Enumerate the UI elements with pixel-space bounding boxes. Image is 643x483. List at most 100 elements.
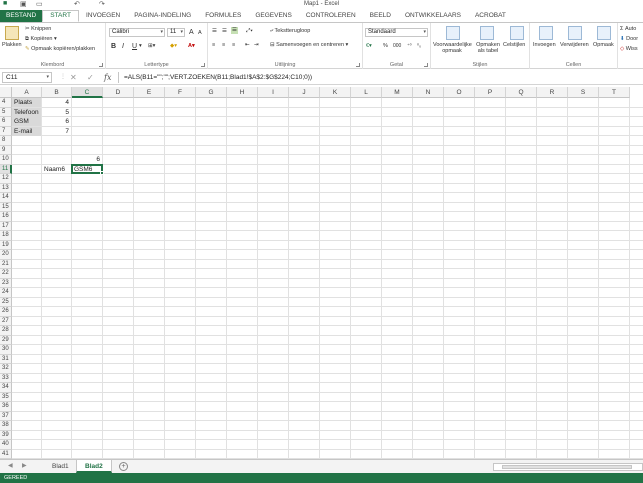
cell-b7[interactable]: 7 (42, 127, 71, 136)
tab-insert[interactable]: INVOEGEN (79, 10, 127, 22)
next-sheet-icon[interactable]: ▶ (22, 462, 27, 471)
row-header-40[interactable]: 40 (0, 440, 12, 450)
tab-acrobat[interactable]: ACROBAT (468, 10, 513, 22)
worksheet-grid[interactable]: ABCDEFGHIJKLMNOPQRST 4 5 6 7 8 9 10 11 12 13 14 15 1… (0, 87, 643, 459)
row-header-25[interactable]: 25 (0, 297, 12, 307)
row-header-33[interactable]: 33 (0, 373, 12, 383)
sheet-tab-blad1[interactable]: Blad1 (44, 460, 78, 473)
tab-page-layout[interactable]: PAGINA-INDELING (127, 10, 198, 22)
horizontal-scrollbar[interactable] (493, 463, 643, 471)
column-header-d[interactable]: D (103, 87, 134, 98)
row-header-21[interactable]: 21 (0, 259, 12, 269)
column-header-q[interactable]: Q (506, 87, 537, 98)
font-launcher-icon[interactable] (201, 63, 205, 67)
cell-a5[interactable]: Telefoon (12, 107, 41, 117)
enter-icon[interactable]: ✓ (87, 72, 94, 83)
row-header-14[interactable]: 14 (0, 193, 12, 203)
tab-formulas[interactable]: FORMULES (198, 10, 248, 22)
cell-b6[interactable]: 6 (42, 117, 71, 126)
row-header-38[interactable]: 38 (0, 421, 12, 431)
increase-decimal-icon[interactable]: ⁺⁰ (407, 43, 412, 50)
cell-styles-button[interactable]: Celstijlen (503, 42, 525, 49)
tab-review[interactable]: CONTROLEREN (299, 10, 363, 22)
tab-file[interactable]: BESTAND (0, 10, 43, 22)
alignment-launcher-icon[interactable] (356, 63, 360, 67)
row-header-4[interactable]: 4 (0, 98, 12, 108)
percent-button[interactable]: % (383, 43, 388, 50)
comma-style-button[interactable]: 000 (393, 43, 401, 50)
scrollbar-thumb[interactable] (502, 465, 632, 469)
underline-dropdown[interactable]: ▾ (139, 43, 142, 50)
insert-function-icon[interactable]: fx (104, 72, 111, 83)
cell-b4[interactable]: 4 (42, 98, 71, 107)
orientation-icon[interactable]: ⤢▾ (246, 28, 253, 35)
column-header-t[interactable]: T (599, 87, 630, 98)
row-header-31[interactable]: 31 (0, 354, 12, 364)
align-middle-icon[interactable]: ☰ (222, 28, 227, 35)
tab-view[interactable]: BEELD (363, 10, 398, 22)
cell-a7[interactable]: E-mail (12, 126, 41, 136)
row-header-11[interactable]: 11 (0, 164, 12, 174)
row-header-17[interactable]: 17 (0, 221, 12, 231)
grow-font-button[interactable]: A (189, 29, 194, 36)
borders-icon[interactable]: ⊞▾ (148, 43, 155, 50)
row-header-12[interactable]: 12 (0, 174, 12, 184)
font-size-select[interactable]: 11 ▾ (167, 28, 185, 37)
shrink-font-button[interactable]: A (198, 30, 202, 37)
row-header-41[interactable]: 41 (0, 449, 12, 459)
row-header-19[interactable]: 19 (0, 240, 12, 250)
row-header-5[interactable]: 5 (0, 107, 12, 117)
row-header-29[interactable]: 29 (0, 335, 12, 345)
column-header-l[interactable]: L (351, 87, 382, 98)
row-header-20[interactable]: 20 (0, 250, 12, 260)
column-header-a[interactable]: A (12, 87, 42, 98)
column-header-b[interactable]: B (42, 87, 72, 98)
row-header-10[interactable]: 10 (0, 155, 12, 165)
column-header-h[interactable]: H (227, 87, 258, 98)
column-header-i[interactable]: I (258, 87, 289, 98)
formula-input[interactable]: =ALS(B11="";"";VERT.ZOEKEN(B11;Blad1!$A$… (118, 72, 640, 83)
underline-button[interactable]: U (132, 43, 137, 50)
row-header-22[interactable]: 22 (0, 269, 12, 279)
row-header-16[interactable]: 16 (0, 212, 12, 222)
column-header-e[interactable]: E (134, 87, 165, 98)
insert-cells-button[interactable]: Invoegen (533, 42, 556, 49)
bold-button[interactable]: B (111, 43, 116, 50)
format-painter-button[interactable]: ✎ Opmaak kopiëren/plakken (25, 46, 95, 53)
align-top-icon[interactable]: ☰ (212, 28, 217, 35)
column-header-n[interactable]: N (413, 87, 444, 98)
font-name-select[interactable]: Calibri ▾ (109, 28, 165, 37)
align-right-icon[interactable]: ≡ (232, 42, 235, 49)
row-header-6[interactable]: 6 (0, 117, 12, 127)
column-header-f[interactable]: F (165, 87, 196, 98)
fill-color-icon[interactable]: ◆▾ (170, 43, 177, 50)
format-as-table-button[interactable]: Opmaken als tabel (474, 42, 502, 54)
column-header-g[interactable]: G (196, 87, 227, 98)
clipboard-launcher-icon[interactable] (99, 63, 103, 67)
row-header-9[interactable]: 9 (0, 145, 12, 155)
delete-cells-button[interactable]: Verwijderen (560, 42, 589, 49)
copy-button[interactable]: ⧉ Kopiëren ▾ (25, 36, 57, 43)
prev-sheet-icon[interactable]: ◀ (8, 462, 13, 471)
tab-start[interactable]: START (42, 10, 79, 22)
column-header-p[interactable]: P (475, 87, 506, 98)
row-header-26[interactable]: 26 (0, 307, 12, 317)
currency-icon[interactable]: €▾ (366, 43, 372, 50)
row-header-37[interactable]: 37 (0, 411, 12, 421)
paste-button[interactable]: Plakken (2, 42, 22, 49)
cell-b11[interactable]: Naam6 (42, 165, 71, 174)
merge-center-button[interactable]: ⊟ Samenvoegen en centreren ▾ (270, 42, 348, 49)
row-header-13[interactable]: 13 (0, 183, 12, 193)
row-header-32[interactable]: 32 (0, 364, 12, 374)
format-cells-button[interactable]: Opmaak (593, 42, 614, 49)
align-left-icon[interactable]: ≡ (212, 42, 215, 49)
font-color-icon[interactable]: A▾ (188, 43, 195, 50)
decrease-indent-icon[interactable]: ⇤ (245, 42, 250, 49)
select-all-button[interactable] (0, 87, 12, 98)
increase-indent-icon[interactable]: ⇥ (254, 42, 259, 49)
name-box[interactable]: C11 ▾ (2, 72, 52, 83)
decrease-decimal-icon[interactable]: ⁰₀ (417, 43, 421, 50)
align-center-icon[interactable]: ≡ (222, 42, 225, 49)
column-header-s[interactable]: S (568, 87, 599, 98)
row-header-23[interactable]: 23 (0, 278, 12, 288)
